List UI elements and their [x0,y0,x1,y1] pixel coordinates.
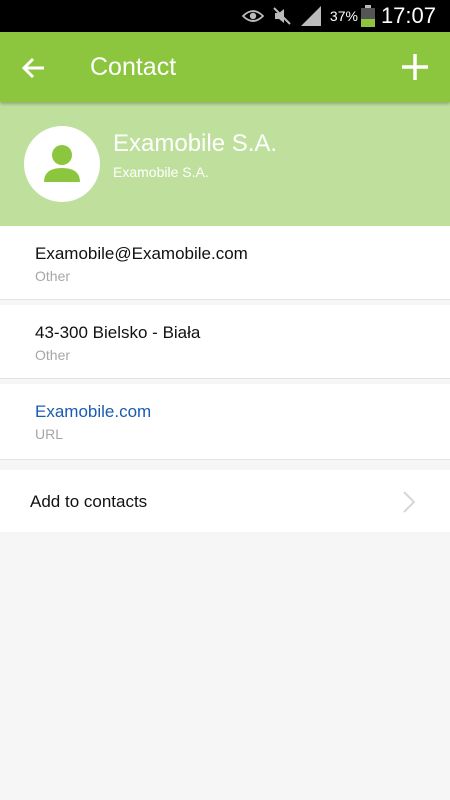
app-bar: Contact [0,32,450,102]
add-to-contacts-button[interactable]: Add to contacts [0,470,450,532]
contact-company: Examobile S.A. [113,164,209,180]
email-value: Examobile@Examobile.com [35,244,248,263]
email-label: Other [35,268,71,284]
url-label: URL [35,426,64,442]
person-icon [44,145,80,182]
battery-percent: 37% [329,8,358,24]
arrow-left-icon [21,57,44,79]
status-bar: 37% 17:07 [0,0,450,32]
address-card[interactable]: 43-300 Bielsko - Biała Other [0,305,450,379]
add-button[interactable] [398,50,432,84]
address-value: 43-300 Bielsko - Biała [35,323,201,342]
address-label: Other [35,347,71,363]
plus-icon [402,54,428,80]
clock: 17:07 [380,3,436,28]
back-button[interactable] [18,52,50,84]
email-card[interactable]: Examobile@Examobile.com Other [0,226,450,300]
signal-icon [300,6,322,26]
url-card[interactable]: Examobile.com URL [0,384,450,460]
chevron-right-icon [403,491,416,513]
page-title: Contact [90,53,177,81]
url-link[interactable]: Examobile.com [35,402,151,422]
contact-header: Examobile S.A. Examobile S.A. [0,102,450,226]
avatar [24,126,100,202]
mute-icon [272,6,292,26]
status-icons: 37% 17:07 [241,0,450,32]
add-to-contacts-label: Add to contacts [30,492,148,511]
eye-icon [241,9,264,23]
contact-name: Examobile S.A. [113,130,278,157]
battery-icon [360,5,375,27]
